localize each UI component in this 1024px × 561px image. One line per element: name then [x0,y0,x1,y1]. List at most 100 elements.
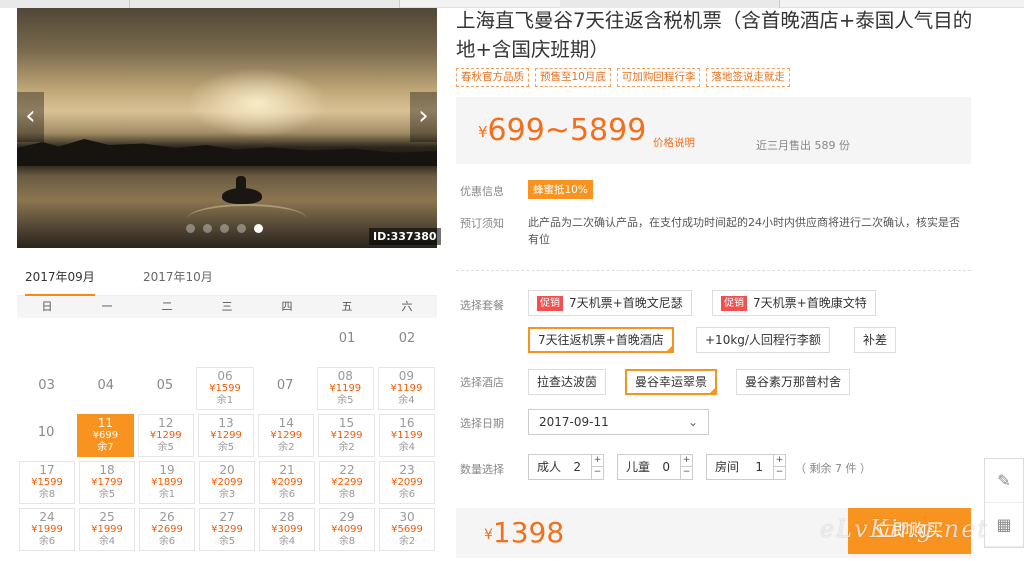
calendar-day[interactable]: 30 ¥5699 余2 [379,508,435,551]
remaining-count: （ 剩余 7 件 ） [795,462,871,475]
child-stepper[interactable]: 儿童 0 + − [617,454,693,480]
edit-icon[interactable]: ✎ [985,459,1023,503]
hotel-option-1[interactable]: 拉查达波茵 [528,369,607,395]
gallery-prev-icon[interactable]: ‹ [17,92,44,142]
browser-tab[interactable] [130,0,400,8]
gallery-dot[interactable] [237,224,246,233]
calendar-day[interactable]: 18 ¥1799 余5 [79,461,135,504]
calendar-day[interactable]: 22 ¥2299 余8 [319,461,375,504]
calendar-day[interactable]: 16 ¥1199 余4 [378,414,435,457]
package-option-5[interactable]: 补差 [854,327,897,353]
qr-code-icon[interactable]: ▦ [985,503,1023,547]
calendar-day: 05 [137,367,192,410]
day-number: 18 [99,463,115,477]
day-number: 08 [337,369,353,383]
chevron-down-icon: ⌄ [687,415,698,429]
day-remaining: 余1 [158,489,176,500]
calendar-day[interactable]: 06 ¥1599 余1 [196,367,254,410]
calendar-day[interactable]: 08 ¥1199 余5 [316,367,374,410]
gallery-dots [186,224,263,233]
minus-icon[interactable]: − [591,467,603,479]
package-option-3-selected[interactable]: 7天往返机票+首晚酒店 [528,327,674,353]
day-number: 11 [97,416,114,430]
day-price: ¥2699 [151,524,183,535]
day-number: 28 [279,510,295,524]
day-remaining: 余3 [218,489,236,500]
calendar-day[interactable]: 29 ¥4099 余8 [319,508,375,551]
minus-icon[interactable]: − [680,467,692,479]
calendar-day[interactable]: 14 ¥1299 余2 [258,414,315,457]
calendar-day[interactable]: 13 ¥1299 余5 [197,414,255,457]
day-remaining: 余6 [158,536,176,547]
day-number: 07 [276,378,294,393]
calendar-day[interactable]: 15 ¥1299 余2 [318,414,375,457]
promo-badge: 促销 [721,296,747,311]
calendar-empty-cell [139,320,195,363]
calendar-day-selected[interactable]: 11 ¥699 余7 [77,414,134,457]
calendar-day: 04 [78,367,133,410]
calendar-day[interactable]: 24 ¥1999 余6 [19,508,75,551]
month-tabs: 2017年09月 2017年10月 [17,262,437,296]
feature-tag: 预售至10月底 [535,68,611,87]
day-number: 17 [39,463,55,477]
calendar-day[interactable]: 09 ¥1199 余4 [377,367,435,410]
gallery-dot[interactable] [203,224,212,233]
hotel-option-2-selected[interactable]: 曼谷幸运翠景 [625,369,718,395]
calendar-day[interactable]: 23 ¥2099 余6 [379,461,435,504]
calendar-day[interactable]: 12 ¥1299 余5 [137,414,194,457]
stepper-value: 2 [573,460,581,474]
day-price: ¥4099 [331,524,363,535]
side-toolbar: ✎ ▦ [984,458,1024,548]
weekday-header: 日一二三四五六 [17,296,437,318]
hotel-option-3[interactable]: 曼谷素万那普村舍 [736,369,851,395]
calendar-day[interactable]: 26 ¥2699 余6 [139,508,195,551]
price-note-link[interactable]: 价格说明 [653,135,695,150]
gallery-dot[interactable] [186,224,195,233]
plus-icon[interactable]: + [773,455,785,467]
day-number: 04 [97,378,114,393]
browser-tab[interactable] [0,0,130,8]
calendar-day[interactable]: 21 ¥2099 余6 [259,461,315,504]
calendar-empty-cell [19,320,75,363]
gallery-next-icon[interactable]: › [410,92,437,142]
package-option-4[interactable]: +10kg/人回程行李额 [696,327,830,353]
calendar-day[interactable]: 19 ¥1899 余1 [139,461,195,504]
adult-stepper[interactable]: 成人 2 + − [528,454,604,480]
day-price: ¥1599 [31,477,63,488]
day-number: 23 [399,463,415,477]
calendar-day[interactable]: 25 ¥1999 余4 [79,508,135,551]
calendar-day[interactable]: 20 ¥2099 余3 [199,461,255,504]
day-remaining: 余6 [38,536,56,547]
calendar-day[interactable]: 28 ¥3099 余4 [259,508,315,551]
gallery-dot-active[interactable] [254,224,263,233]
day-price: ¥1599 [209,383,241,394]
package-option-1[interactable]: 促销 7天机票+首晚文尼瑟 [528,290,692,316]
weekday-label: 六 [401,300,413,313]
day-price: ¥2099 [211,477,243,488]
date-select[interactable]: 2017-09-11 ⌄ [528,409,709,435]
price-box: ¥699~5899 价格说明 近三月售出 589 份 [456,97,971,164]
calendar-day[interactable]: 17 ¥1599 余8 [19,461,75,504]
tab-month-october[interactable]: 2017年10月 [143,268,213,285]
notice-text: 此产品为二次确认产品，在支付成功时间起的24小时内供应商将进行二次确认，核实是否… [528,216,960,246]
calendar-day: 02 [379,320,435,363]
day-price: ¥1199 [390,430,423,441]
gallery-dot[interactable] [220,224,229,233]
room-stepper[interactable]: 房间 1 + − [706,454,786,480]
day-number: 13 [218,416,234,430]
day-number: 19 [159,463,175,477]
plus-icon[interactable]: + [680,455,692,467]
feature-tag: 可加购回程行李 [616,68,701,87]
calendar-day[interactable]: 27 ¥3299 余5 [199,508,255,551]
day-remaining: 余7 [97,442,114,453]
stepper-label: 儿童 [626,460,651,474]
weekday-label: 日 [41,300,53,313]
minus-icon[interactable]: − [773,467,785,479]
day-price: ¥2299 [331,477,363,488]
day-price: ¥699 [92,430,119,441]
tab-month-september[interactable]: 2017年09月 [25,268,95,296]
package-option-2[interactable]: 促销 7天机票+首晚康文特 [712,290,876,316]
plus-icon[interactable]: + [591,455,603,467]
product-photo [17,8,437,248]
quantity-label: 数量选择 [460,463,504,476]
